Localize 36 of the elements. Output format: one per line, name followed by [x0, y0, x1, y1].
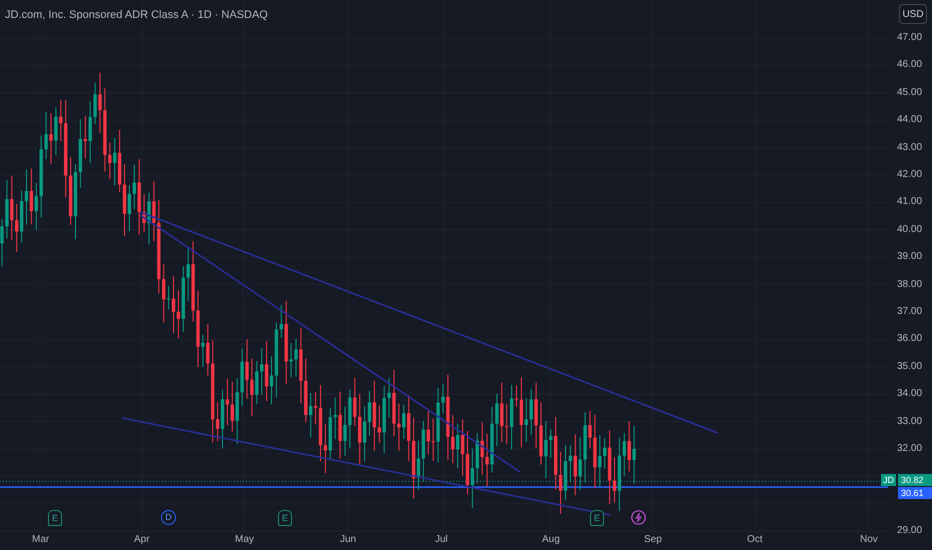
dividend-marker[interactable]: D — [161, 510, 176, 525]
earnings-marker[interactable]: E — [590, 510, 604, 526]
month-label: Nov — [860, 534, 878, 546]
month-label: Apr — [134, 534, 150, 546]
month-label: May — [235, 534, 254, 546]
month-label: Oct — [747, 534, 763, 546]
price-label: 41.00 — [897, 196, 922, 208]
price-label: 37.00 — [897, 306, 922, 318]
month-label: Jun — [340, 534, 356, 546]
price-label: 44.00 — [897, 114, 922, 126]
earnings-marker[interactable]: E — [278, 510, 292, 526]
price-label: 43.00 — [897, 142, 922, 154]
currency-button[interactable]: USD — [899, 4, 927, 24]
earnings-marker[interactable]: E — [48, 510, 62, 526]
last-price-badge: 30.82 — [898, 474, 932, 486]
price-label: 35.00 — [897, 360, 922, 373]
price-label: 38.00 — [897, 278, 922, 291]
chart-title: JD.com, Inc. Sponsored ADR Class A · 1D · NASDAQ — [5, 8, 268, 23]
month-label: Aug — [542, 534, 560, 546]
price-label: 42.00 — [897, 169, 922, 181]
price-label: 40.00 — [897, 224, 922, 236]
price-label: 34.00 — [897, 388, 922, 400]
lightning-icon[interactable] — [631, 510, 646, 525]
price-label: 33.00 — [897, 416, 922, 428]
price-label: 29.00 — [897, 525, 922, 538]
price-label: 36.00 — [897, 333, 922, 346]
symbol-badge: JD — [881, 474, 896, 486]
price-label: 45.00 — [897, 86, 922, 99]
price-label: 46.00 — [897, 59, 922, 72]
price-label: 32.00 — [897, 443, 922, 455]
price-badge: 30.61 — [898, 487, 932, 500]
month-label: Sep — [644, 534, 662, 546]
month-label: Jul — [435, 534, 448, 546]
month-label: Mar — [32, 534, 50, 546]
price-label: 47.00 — [897, 32, 922, 44]
price-label: 39.00 — [897, 251, 922, 264]
